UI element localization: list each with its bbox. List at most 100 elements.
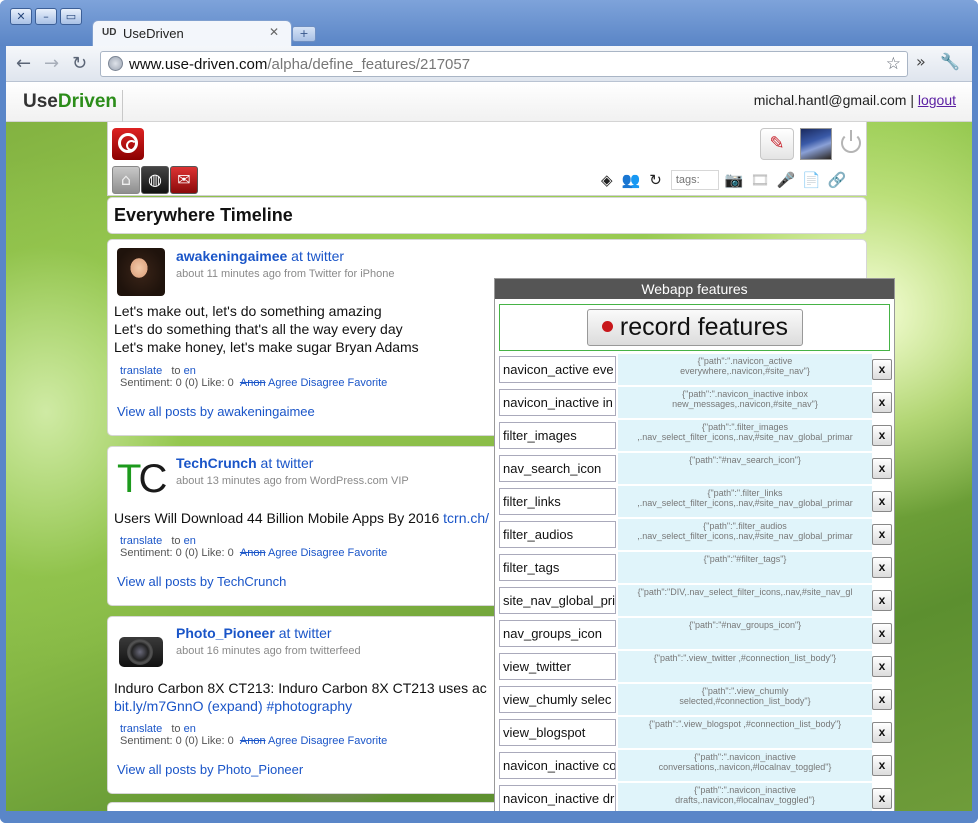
- app-panel: ⌂ ◍ ✉ ✎ ◈ 👥 ↻ 📷 🎞 🎤 📄 🔗: [107, 122, 867, 196]
- feature-name-input[interactable]: nav_search_icon: [499, 455, 616, 482]
- remove-feature-button[interactable]: x: [872, 722, 892, 743]
- author-avatar[interactable]: [117, 625, 165, 673]
- feature-name-input[interactable]: view_blogspot: [499, 719, 616, 746]
- agree-link[interactable]: Agree: [268, 377, 297, 389]
- disagree-link[interactable]: Disagree: [300, 547, 344, 559]
- record-features-button[interactable]: record features: [587, 309, 803, 346]
- feature-name-input[interactable]: navicon_inactive co: [499, 752, 616, 779]
- feature-name-input[interactable]: view_chumly selec: [499, 686, 616, 713]
- maximize-window-button[interactable]: ▭: [60, 8, 82, 25]
- everywhere-globe-icon[interactable]: ◍: [141, 166, 169, 194]
- view-all-posts: View all posts by TechCrunch: [117, 574, 286, 589]
- remove-feature-button[interactable]: x: [872, 491, 892, 512]
- favorite-link[interactable]: Favorite: [348, 377, 388, 389]
- forward-arrow-icon[interactable]: →: [44, 53, 59, 74]
- feature-name-input[interactable]: navicon_inactive dr: [499, 785, 616, 811]
- remove-feature-button[interactable]: x: [872, 458, 892, 479]
- record-dot-icon: [601, 321, 613, 332]
- feature-name-input[interactable]: view_twitter: [499, 653, 616, 680]
- remove-feature-button[interactable]: x: [872, 359, 892, 380]
- post-author: Photo_Pioneer at twitter: [176, 625, 332, 641]
- feature-name-input[interactable]: filter_tags: [499, 554, 616, 581]
- agree-link[interactable]: Agree: [268, 547, 297, 559]
- groups-icon[interactable]: 👥: [622, 171, 641, 189]
- author-avatar[interactable]: TC: [117, 455, 167, 503]
- language-link[interactable]: en: [184, 723, 196, 735]
- remove-feature-button[interactable]: x: [872, 656, 892, 677]
- feature-name-input[interactable]: filter_links: [499, 488, 616, 515]
- translate-link[interactable]: translate: [120, 365, 162, 377]
- agree-link[interactable]: Agree: [268, 735, 297, 747]
- power-icon[interactable]: [841, 130, 861, 153]
- feature-name-input[interactable]: filter_audios: [499, 521, 616, 548]
- refresh-icon[interactable]: ↻: [649, 171, 662, 189]
- chumly-filter-icon[interactable]: ◈: [601, 171, 613, 189]
- back-arrow-icon[interactable]: ←: [16, 53, 31, 74]
- compose-pencil-button[interactable]: ✎: [760, 128, 794, 160]
- feature-row: site_nav_global_pri {"path":"DIV,.nav_sel…: [498, 585, 892, 616]
- remove-feature-button[interactable]: x: [872, 689, 892, 710]
- remove-feature-button[interactable]: x: [872, 557, 892, 578]
- site-logo[interactable]: UseDriven: [23, 91, 117, 113]
- view-all-link[interactable]: View all posts by Photo_Pioneer: [117, 762, 303, 777]
- feature-row: navicon_active eve {"path":".navicon_acti…: [498, 354, 892, 385]
- browser-tab[interactable]: UD UseDriven ✕: [92, 20, 292, 46]
- language-link[interactable]: en: [184, 535, 196, 547]
- feature-name-input[interactable]: navicon_inactive in: [499, 389, 616, 416]
- remove-feature-button[interactable]: x: [872, 788, 892, 809]
- view-all-link[interactable]: View all posts by TechCrunch: [117, 574, 286, 589]
- post-link[interactable]: tcrn.ch/: [443, 510, 489, 526]
- document-filter-icon[interactable]: 📄: [802, 171, 821, 189]
- user-avatar[interactable]: [800, 128, 832, 160]
- view-all-link[interactable]: View all posts by awakeningaimee: [117, 404, 315, 419]
- network-label: at twitter: [291, 248, 345, 264]
- author-avatar[interactable]: [117, 248, 165, 296]
- film-filter-icon[interactable]: 🎞: [751, 171, 770, 189]
- feature-name-input[interactable]: site_nav_global_pri: [499, 587, 616, 614]
- author-link[interactable]: TechCrunch: [176, 455, 257, 471]
- microphone-filter-icon[interactable]: 🎤: [777, 171, 796, 189]
- remove-feature-button[interactable]: x: [872, 590, 892, 611]
- remove-feature-button[interactable]: x: [872, 392, 892, 413]
- new-tab-button[interactable]: +: [292, 26, 316, 42]
- feature-name-input[interactable]: filter_images: [499, 422, 616, 449]
- logout-link[interactable]: logout: [918, 92, 956, 108]
- disagree-link[interactable]: Disagree: [300, 377, 344, 389]
- feature-path: {"path":"#nav_search_icon"}: [618, 453, 872, 484]
- anon-link[interactable]: Anon: [240, 547, 266, 559]
- reload-icon[interactable]: ↻: [72, 53, 87, 74]
- feature-path: {"path":".filter_audios ,.nav_select_fil…: [618, 519, 872, 550]
- chevron-more-icon[interactable]: »: [916, 52, 926, 71]
- remove-feature-button[interactable]: x: [872, 524, 892, 545]
- wrench-icon[interactable]: 🔧: [940, 52, 960, 71]
- feature-name-input[interactable]: nav_groups_icon: [499, 620, 616, 647]
- camera-filter-icon[interactable]: 📷: [725, 171, 744, 189]
- minimize-window-button[interactable]: –: [35, 8, 57, 25]
- network-label: at twitter: [278, 625, 332, 641]
- link-filter-icon[interactable]: 🔗: [828, 171, 847, 189]
- close-window-button[interactable]: ✕: [10, 8, 32, 25]
- anon-link[interactable]: Anon: [240, 377, 266, 389]
- close-tab-icon[interactable]: ✕: [269, 25, 279, 39]
- post-link[interactable]: bit.ly/m7GnnO (expand) #photography: [114, 698, 352, 714]
- language-link[interactable]: en: [184, 365, 196, 377]
- translate-link[interactable]: translate: [120, 535, 162, 547]
- inbox-mail-icon[interactable]: ✉: [170, 166, 198, 194]
- remove-feature-button[interactable]: x: [872, 755, 892, 776]
- tags-search-input[interactable]: [670, 170, 719, 190]
- favorite-link[interactable]: Favorite: [348, 735, 388, 747]
- anon-link[interactable]: Anon: [240, 735, 266, 747]
- remove-feature-button[interactable]: x: [872, 623, 892, 644]
- like-label: Like: 0: [201, 735, 234, 747]
- author-link[interactable]: awakeningaimee: [176, 248, 287, 264]
- chumly-logo-icon[interactable]: [112, 128, 144, 160]
- feature-name-input[interactable]: navicon_active eve: [499, 356, 616, 383]
- bookmark-star-icon[interactable]: ☆: [886, 54, 901, 74]
- address-bar[interactable]: www.use-driven.com/alpha/define_features…: [100, 51, 908, 77]
- remove-feature-button[interactable]: x: [872, 425, 892, 446]
- disagree-link[interactable]: Disagree: [300, 735, 344, 747]
- favorite-link[interactable]: Favorite: [348, 547, 388, 559]
- author-link[interactable]: Photo_Pioneer: [176, 625, 275, 641]
- translate-link[interactable]: translate: [120, 723, 162, 735]
- home-icon[interactable]: ⌂: [112, 166, 140, 194]
